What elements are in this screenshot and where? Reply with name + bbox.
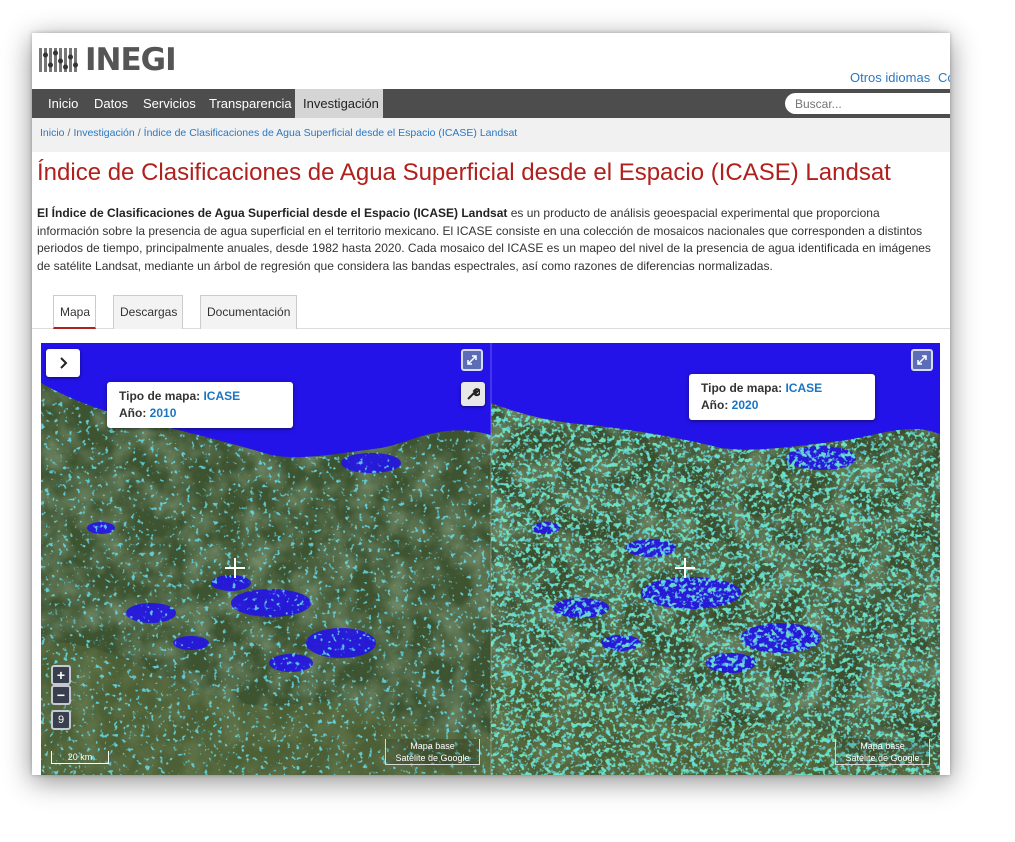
basemap-name: Satélite de Google: [395, 753, 470, 763]
zoom-in-button[interactable]: +: [51, 665, 71, 685]
browser-page: INEGI Otros idiomas Co Inicio Datos Serv…: [32, 33, 950, 775]
map-viewer[interactable]: Tipo de mapa: ICASE Año: 2010 + − 9 20 k…: [41, 343, 940, 775]
tab-documentacion[interactable]: Documentación: [200, 295, 297, 329]
year-label: Año:: [119, 406, 147, 420]
year-value: 2020: [731, 398, 759, 412]
tab-descargas[interactable]: Descargas: [113, 295, 183, 329]
main-nav: Inicio Datos Servicios Transparencia Inv…: [32, 89, 950, 118]
tools-button[interactable]: [461, 382, 485, 406]
map-type-value: ICASE: [203, 389, 241, 403]
breadcrumb-separator: /: [67, 127, 71, 139]
basemap-title: Mapa base: [410, 741, 455, 751]
page-title: Índice de Clasificaciones de Agua Superf…: [37, 159, 891, 186]
year-label: Año:: [701, 398, 729, 412]
map-info-box-left: Tipo de mapa: ICASE Año: 2010: [107, 382, 293, 428]
inegi-logo[interactable]: INEGI: [39, 42, 177, 78]
breadcrumb: Inicio / Investigación / Índice de Clasifica…: [32, 118, 950, 152]
logo-text: INEGI: [85, 42, 177, 78]
basemap-title: Mapa base: [860, 741, 905, 751]
swipe-divider[interactable]: [490, 343, 492, 775]
tab-mapa[interactable]: Mapa: [53, 295, 96, 329]
fullscreen-button-right[interactable]: [911, 349, 933, 371]
page-description: El Índice de Clasificaciones de Agua Sup…: [37, 205, 942, 275]
sidebar-toggle-button[interactable]: [46, 349, 80, 377]
chevron-right-icon: [60, 357, 68, 369]
map-type-value: ICASE: [785, 381, 823, 395]
breadcrumb-inicio[interactable]: Inicio: [40, 127, 65, 139]
breadcrumb-separator: /: [137, 127, 141, 139]
breadcrumb-current[interactable]: Índice de Clasificaciones de Agua Superf…: [144, 127, 518, 139]
wrench-icon: [467, 388, 480, 400]
nav-item-servicios[interactable]: Servicios: [135, 89, 204, 118]
crosshair-left: [225, 558, 245, 578]
fullscreen-button-left[interactable]: [461, 349, 483, 371]
nav-item-investigacion[interactable]: Investigación: [295, 89, 383, 118]
zoom-level: 9: [51, 710, 71, 730]
basemap-name: Satélite de Google: [845, 753, 920, 763]
nav-item-inicio[interactable]: Inicio: [40, 89, 86, 118]
nav-item-transparencia[interactable]: Transparencia: [201, 89, 300, 118]
zoom-out-button[interactable]: −: [51, 685, 71, 705]
nav-item-datos[interactable]: Datos: [86, 89, 136, 118]
expand-icon: [467, 355, 477, 365]
crosshair-right: [675, 558, 695, 578]
contact-link[interactable]: Co: [938, 70, 950, 85]
other-languages-link[interactable]: Otros idiomas: [850, 70, 930, 85]
scale-bar: 20 km: [51, 751, 109, 764]
search-input[interactable]: [785, 93, 950, 114]
inegi-logo-icon: [39, 45, 83, 75]
map-info-box-right: Tipo de mapa: ICASE Año: 2020: [689, 374, 875, 420]
description-bold: El Índice de Clasificaciones de Agua Sup…: [37, 206, 508, 220]
map-type-label: Tipo de mapa:: [119, 389, 201, 403]
year-value: 2010: [149, 406, 177, 420]
basemap-selector-right[interactable]: Mapa base Satélite de Google: [835, 739, 930, 765]
breadcrumb-investigacion[interactable]: Investigación: [73, 127, 134, 139]
basemap-selector-left[interactable]: Mapa base Satélite de Google: [385, 739, 480, 765]
expand-icon: [917, 355, 927, 365]
map-type-label: Tipo de mapa:: [701, 381, 783, 395]
